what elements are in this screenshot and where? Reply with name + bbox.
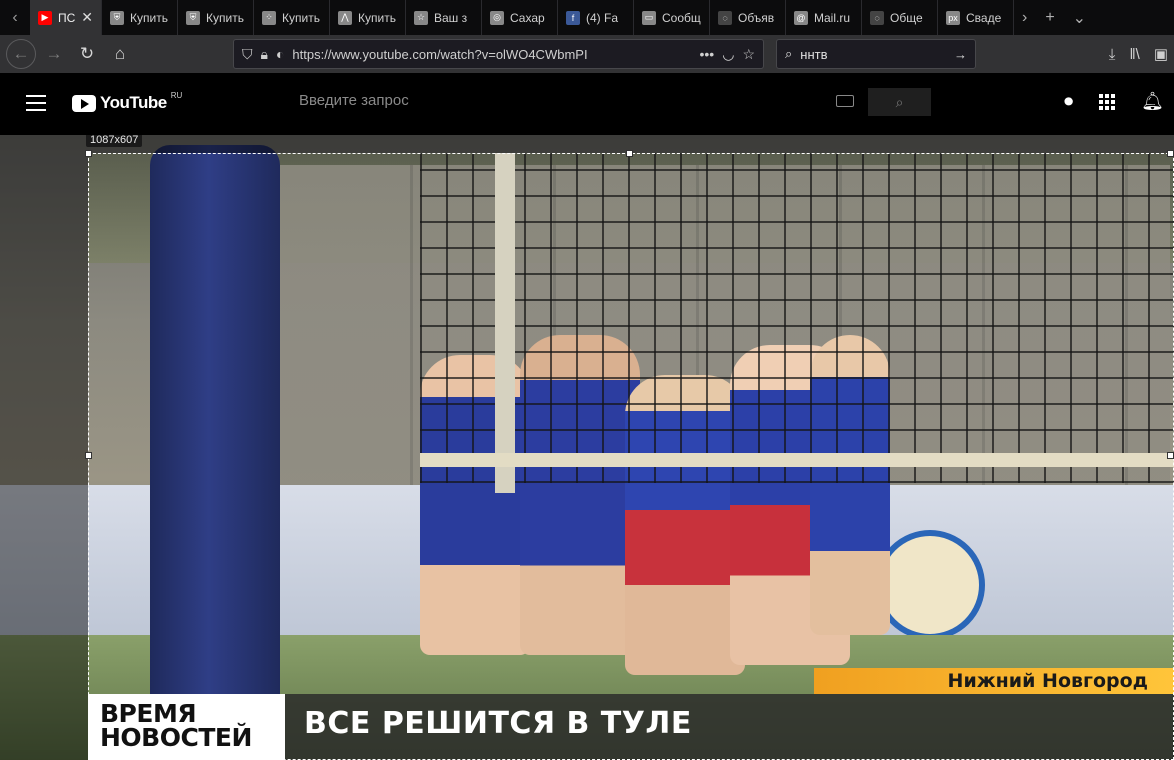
back-button[interactable]: ← — [6, 39, 36, 69]
mountain-icon: ⋀ — [338, 10, 352, 25]
search-engine-icon[interactable]: ⌕ — [785, 46, 792, 62]
youtube-region-label: RU — [170, 90, 183, 100]
youtube-logo-text: YouTube — [100, 93, 167, 112]
forward-button[interactable]: → — [39, 39, 69, 69]
address-bar[interactable]: ⛉ 🔒︎ ◐ https://www.youtube.com/watch?v=o… — [233, 39, 764, 69]
close-tab-icon[interactable]: ✕ — [81, 9, 93, 26]
search-query[interactable]: ннтв — [800, 47, 946, 62]
tab-title: ПС — [58, 10, 76, 25]
tab-title: Купить — [282, 10, 320, 25]
tab-title: (4) Fa — [586, 10, 619, 25]
chat-icon: ▭ — [642, 10, 656, 25]
tab-5[interactable]: ☆ Ваш з — [406, 0, 482, 35]
url-text[interactable]: https://www.youtube.com/watch?v=olWO4CWb… — [292, 47, 691, 62]
video-player[interactable]: Нижний Новгород ВРЕМЯ НОВОСТЕЙ ВСЕ РЕШИТ… — [0, 135, 1174, 760]
downloads-icon[interactable]: ⤓ — [1109, 46, 1116, 63]
library-icon[interactable]: ‖\ — [1129, 46, 1139, 63]
tab-title: Mail.ru — [814, 10, 851, 25]
tab-2[interactable]: ⛨ Купить — [178, 0, 254, 35]
tab-scroll-right-icon[interactable]: › — [1022, 9, 1027, 27]
tab-8[interactable]: ▭ Сообщ — [634, 0, 710, 35]
navigation-bar: ← → ↻ ⌂ ⛉ 🔒︎ ◐ https://www.youtube.com/w… — [0, 35, 1174, 73]
toolbar-right: ⤓ ‖\ ▣ — [1109, 39, 1168, 69]
tab-12[interactable]: px Сваде — [938, 0, 1014, 35]
reload-button[interactable]: ↻ — [72, 39, 102, 69]
generic-icon: ◌ — [718, 10, 732, 25]
youtube-header: YouTube RU Введите запрос ⌕ ⏺︎ 🔔︎ — [0, 73, 1174, 135]
tab-11[interactable]: ◌ Обще — [862, 0, 938, 35]
youtube-icon: ▶ — [38, 10, 52, 25]
search-go-icon[interactable]: → — [954, 47, 967, 62]
tab-title: Сахар — [510, 10, 545, 25]
at-icon: @ — [794, 10, 808, 25]
permissions-icon[interactable]: ◐ — [276, 46, 284, 62]
selection-handle[interactable] — [626, 150, 633, 157]
tab-1[interactable]: ⛨ Купить — [102, 0, 178, 35]
selection-handle[interactable] — [85, 452, 92, 459]
screenshot-selection-frame[interactable] — [88, 153, 1174, 760]
create-video-icon[interactable]: ⏺︎ — [1064, 91, 1073, 112]
tab-strip: ‹ ▶ ПС ✕ ⛨ Купить ⛨ Купить ⁘ Купить ⋀ Купить ☆ Ваш з… — [0, 0, 1174, 35]
lock-icon[interactable]: 🔒︎ — [261, 46, 268, 63]
search-bar[interactable]: ⌕ ннтв → — [776, 39, 976, 69]
tab-4[interactable]: ⋀ Купить — [330, 0, 406, 35]
hamburger-menu-icon[interactable] — [26, 95, 46, 111]
star-icon: ☆ — [414, 10, 428, 25]
tab-list: ▶ ПС ✕ ⛨ Купить ⛨ Купить ⁘ Купить ⋀ Купить ☆ Ваш з ◎ С… — [30, 0, 1014, 35]
bookmark-star-icon[interactable]: ☆ — [742, 46, 755, 63]
tab-3[interactable]: ⁘ Купить — [254, 0, 330, 35]
youtube-play-icon — [72, 94, 96, 112]
shield-icon: ⛨ — [186, 10, 200, 25]
selection-size-label: 1087x607 — [86, 135, 143, 147]
tracking-shield-icon[interactable]: ⛉ — [242, 46, 253, 63]
instagram-icon: ◎ — [490, 10, 504, 25]
apps-grid-icon[interactable] — [1099, 93, 1116, 110]
selection-handle[interactable] — [1167, 452, 1174, 459]
tab-0[interactable]: ▶ ПС ✕ — [30, 0, 102, 35]
tab-6[interactable]: ◎ Сахар — [482, 0, 558, 35]
sidebar-icon[interactable]: ▣ — [1154, 45, 1168, 63]
tab-7[interactable]: f (4) Fa — [558, 0, 634, 35]
tab-title: Купить — [358, 10, 396, 25]
pocket-icon[interactable]: ◡ — [722, 46, 734, 63]
tab-list-dropdown-icon[interactable]: ⌄ — [1073, 8, 1086, 28]
tab-title: Купить — [130, 10, 168, 25]
youtube-logo[interactable]: YouTube RU — [72, 90, 183, 113]
generic-icon: ◌ — [870, 10, 884, 25]
selection-handle[interactable] — [1167, 150, 1174, 157]
youtube-search-button[interactable]: ⌕ — [868, 88, 931, 116]
tab-10[interactable]: @ Mail.ru — [786, 0, 862, 35]
tab-scroll-left-icon[interactable]: ‹ — [0, 0, 30, 35]
tab-title: Сваде — [966, 10, 1002, 25]
dots-icon: ⁘ — [262, 10, 276, 25]
px-icon: px — [946, 10, 960, 25]
home-button[interactable]: ⌂ — [105, 39, 135, 69]
tab-title: Купить — [206, 10, 244, 25]
tab-title: Ваш з — [434, 10, 468, 25]
tab-tools: › + ⌄ — [1022, 8, 1086, 28]
tab-title: Сообщ — [662, 10, 701, 25]
tab-title: Обще — [890, 10, 923, 25]
tab-title: Объяв — [738, 10, 775, 25]
shield-icon: ⛨ — [110, 10, 124, 25]
new-tab-button[interactable]: + — [1045, 9, 1054, 27]
facebook-icon: f — [566, 10, 580, 25]
keyboard-icon[interactable] — [836, 95, 854, 107]
page-actions-icon[interactable]: ••• — [700, 46, 715, 62]
selection-handle[interactable] — [85, 150, 92, 157]
tab-9[interactable]: ◌ Объяв — [710, 0, 786, 35]
youtube-search-input[interactable]: Введите запрос — [299, 92, 819, 116]
notifications-bell-icon[interactable]: 🔔︎ — [1141, 91, 1164, 112]
capture-dim-left — [0, 135, 88, 760]
youtube-actions: ⏺︎ 🔔︎ — [1064, 91, 1164, 112]
